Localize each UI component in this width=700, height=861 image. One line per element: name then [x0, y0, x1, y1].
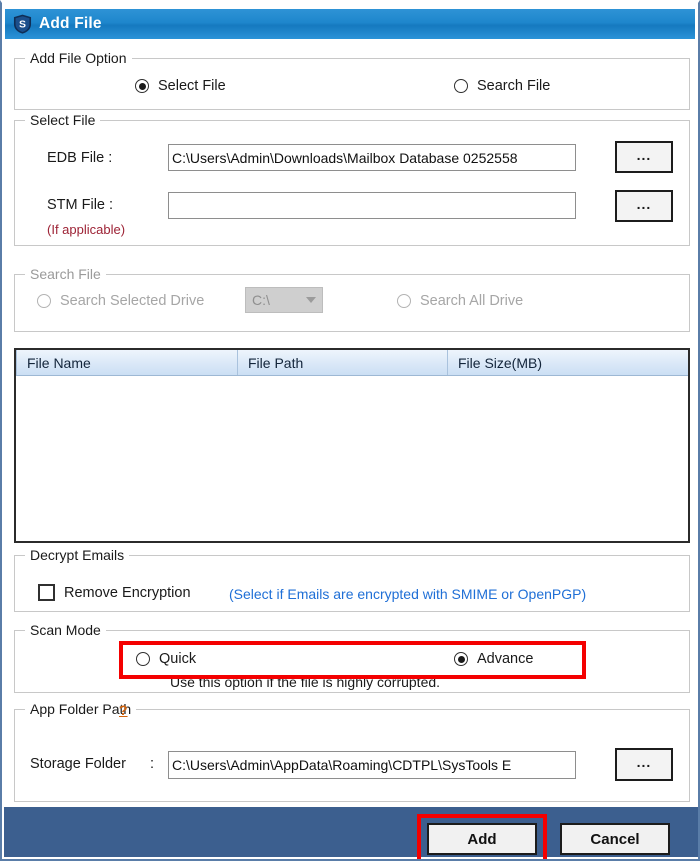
- app-folder-path-help-link[interactable]: ?: [119, 702, 128, 718]
- radio-search-selected-drive[interactable]: Search Selected Drive: [37, 293, 204, 309]
- radio-scan-quick-indicator[interactable]: [136, 652, 150, 666]
- decrypt-emails-note: (Select if Emails are encrypted with SMI…: [229, 586, 587, 602]
- file-list-body[interactable]: [16, 376, 688, 541]
- radio-scan-quick-label: Quick: [159, 651, 197, 667]
- scan-mode-note: Use this option if the file is highly co…: [170, 674, 441, 690]
- add-file-dialog: S Add File Add File Option Select File S…: [0, 0, 700, 861]
- drive-select[interactable]: C:\: [245, 287, 323, 313]
- radio-search-all-drive[interactable]: Search All Drive: [397, 293, 523, 309]
- column-header-file-size[interactable]: File Size(MB): [448, 350, 688, 375]
- radio-search-all-drive-label: Search All Drive: [420, 293, 524, 309]
- radio-select-file-indicator[interactable]: [135, 79, 149, 93]
- window-titlebar: S Add File: [5, 9, 695, 39]
- cancel-button[interactable]: Cancel: [560, 823, 670, 855]
- scan-mode-legend: Scan Mode: [25, 622, 106, 638]
- chevron-down-icon: [306, 297, 316, 303]
- file-list[interactable]: File Name File Path File Size(MB): [14, 348, 690, 543]
- radio-scan-advance-label: Advance: [477, 651, 534, 667]
- svg-text:S: S: [19, 19, 26, 30]
- radio-search-file-indicator[interactable]: [454, 79, 468, 93]
- remove-encryption-checkbox[interactable]: [38, 584, 55, 601]
- storage-folder-label: Storage Folder: [30, 756, 126, 772]
- remove-encryption-label: Remove Encryption: [64, 585, 191, 601]
- add-button[interactable]: Add: [427, 823, 537, 855]
- radio-scan-advance-indicator[interactable]: [454, 652, 468, 666]
- radio-search-file-label: Search File: [477, 78, 551, 94]
- stm-file-label: STM File :: [47, 197, 114, 213]
- edb-browse-button[interactable]: ...: [615, 141, 673, 173]
- edb-file-input[interactable]: C:\Users\Admin\Downloads\Mailbox Databas…: [168, 144, 576, 171]
- radio-search-file[interactable]: Search File: [454, 78, 550, 94]
- storage-folder-separator: :: [150, 756, 155, 772]
- stm-file-input[interactable]: [168, 192, 576, 219]
- radio-search-selected-drive-indicator[interactable]: [37, 294, 51, 308]
- edb-file-label: EDB File :: [47, 150, 113, 166]
- radio-scan-advance[interactable]: Advance: [454, 651, 533, 667]
- storage-folder-browse-button[interactable]: ...: [615, 748, 673, 781]
- add-file-option-legend: Add File Option: [25, 50, 132, 66]
- stm-if-applicable-hint: (If applicable): [47, 222, 126, 237]
- window-title: Add File: [39, 15, 102, 32]
- file-list-header: File Name File Path File Size(MB): [16, 350, 688, 376]
- column-header-file-path[interactable]: File Path: [238, 350, 448, 375]
- storage-folder-input[interactable]: C:\Users\Admin\AppData\Roaming\CDTPL\Sys…: [168, 751, 576, 779]
- decrypt-emails-legend: Decrypt Emails: [25, 547, 130, 563]
- decrypt-emails-group: Decrypt Emails: [14, 547, 690, 612]
- radio-search-all-drive-indicator[interactable]: [397, 294, 411, 308]
- add-file-option-group: Add File Option: [14, 50, 690, 110]
- drive-select-value: C:\: [252, 292, 270, 308]
- stm-browse-button[interactable]: ...: [615, 190, 673, 222]
- radio-scan-quick[interactable]: Quick: [136, 651, 196, 667]
- radio-search-selected-drive-label: Search Selected Drive: [60, 293, 205, 309]
- column-header-file-name[interactable]: File Name: [16, 350, 238, 375]
- search-file-legend: Search File: [25, 266, 106, 282]
- shield-s-icon: S: [13, 14, 32, 34]
- radio-select-file[interactable]: Select File: [135, 78, 226, 94]
- select-file-legend: Select File: [25, 112, 101, 128]
- radio-select-file-label: Select File: [158, 78, 226, 94]
